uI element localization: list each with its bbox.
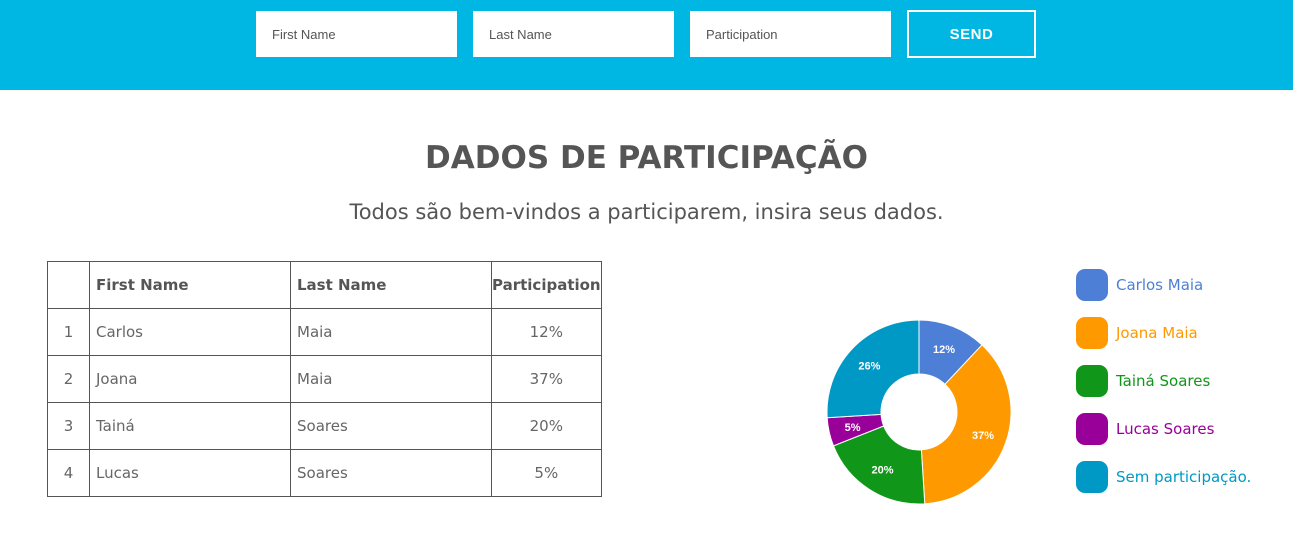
column-header-index bbox=[47, 261, 90, 309]
row-last-name: Soares bbox=[290, 402, 492, 450]
donut-label-joana-maia: 37% bbox=[972, 430, 994, 442]
table-row: 2 Joana Maia 37% bbox=[47, 355, 602, 403]
row-participation: 12% bbox=[491, 308, 602, 356]
legend-swatch bbox=[1076, 269, 1108, 301]
row-first-name: Carlos bbox=[89, 308, 291, 356]
legend-item[interactable]: Tainá Soares bbox=[1076, 365, 1286, 413]
legend-swatch bbox=[1076, 461, 1108, 493]
header-bar: SEND bbox=[0, 0, 1293, 90]
legend-swatch bbox=[1076, 413, 1108, 445]
page-title: DADOS DE PARTICIPAÇÃO bbox=[425, 140, 868, 176]
donut-label-sem-participacao: 26% bbox=[858, 360, 880, 372]
row-index: 2 bbox=[47, 355, 90, 403]
legend-swatch bbox=[1076, 365, 1108, 397]
first-name-input[interactable] bbox=[256, 11, 457, 57]
row-participation: 20% bbox=[491, 402, 602, 450]
table-row: 4 Lucas Soares 5% bbox=[47, 449, 602, 497]
legend-label: Tainá Soares bbox=[1116, 372, 1211, 390]
last-name-input[interactable] bbox=[473, 11, 674, 57]
column-header-first-name: First Name bbox=[89, 261, 291, 309]
row-first-name: Lucas bbox=[89, 449, 291, 497]
row-index: 4 bbox=[47, 449, 90, 497]
column-header-last-name: Last Name bbox=[290, 261, 492, 309]
legend-swatch bbox=[1076, 317, 1108, 349]
row-index: 1 bbox=[47, 308, 90, 356]
row-last-name: Maia bbox=[290, 308, 492, 356]
participation-input[interactable] bbox=[690, 11, 891, 57]
legend-item[interactable]: Lucas Soares bbox=[1076, 413, 1286, 461]
chart-legend: Carlos Maia Joana Maia Tainá Soares Luca… bbox=[1076, 269, 1286, 509]
legend-item[interactable]: Carlos Maia bbox=[1076, 269, 1286, 317]
row-participation: 37% bbox=[491, 355, 602, 403]
legend-item[interactable]: Joana Maia bbox=[1076, 317, 1286, 365]
table-header-row: First Name Last Name Participation bbox=[47, 261, 602, 309]
legend-label: Lucas Soares bbox=[1116, 420, 1215, 438]
table-row: 1 Carlos Maia 12% bbox=[47, 308, 602, 356]
row-participation: 5% bbox=[491, 449, 602, 497]
row-last-name: Maia bbox=[290, 355, 492, 403]
legend-label: Carlos Maia bbox=[1116, 276, 1204, 294]
donut-label-carlos-maia: 12% bbox=[933, 344, 955, 356]
participation-table: First Name Last Name Participation 1 Car… bbox=[47, 261, 602, 497]
row-first-name: Tainá bbox=[89, 402, 291, 450]
column-header-participation: Participation bbox=[491, 261, 602, 309]
donut-label-lucas-soares: 5% bbox=[845, 422, 861, 434]
legend-label: Sem participação. bbox=[1116, 468, 1252, 486]
table-row: 3 Tainá Soares 20% bbox=[47, 402, 602, 450]
legend-item[interactable]: Sem participação. bbox=[1076, 461, 1286, 509]
send-button[interactable]: SEND bbox=[907, 10, 1036, 58]
row-first-name: Joana bbox=[89, 355, 291, 403]
legend-label: Joana Maia bbox=[1116, 324, 1198, 342]
donut-label-taina-soares: 20% bbox=[872, 464, 894, 476]
participation-donut-chart: 12% 37% 20% 5% 26% bbox=[826, 319, 1012, 505]
row-last-name: Soares bbox=[290, 449, 492, 497]
row-index: 3 bbox=[47, 402, 90, 450]
page-subtitle: Todos são bem-vindos a participarem, ins… bbox=[349, 200, 944, 224]
